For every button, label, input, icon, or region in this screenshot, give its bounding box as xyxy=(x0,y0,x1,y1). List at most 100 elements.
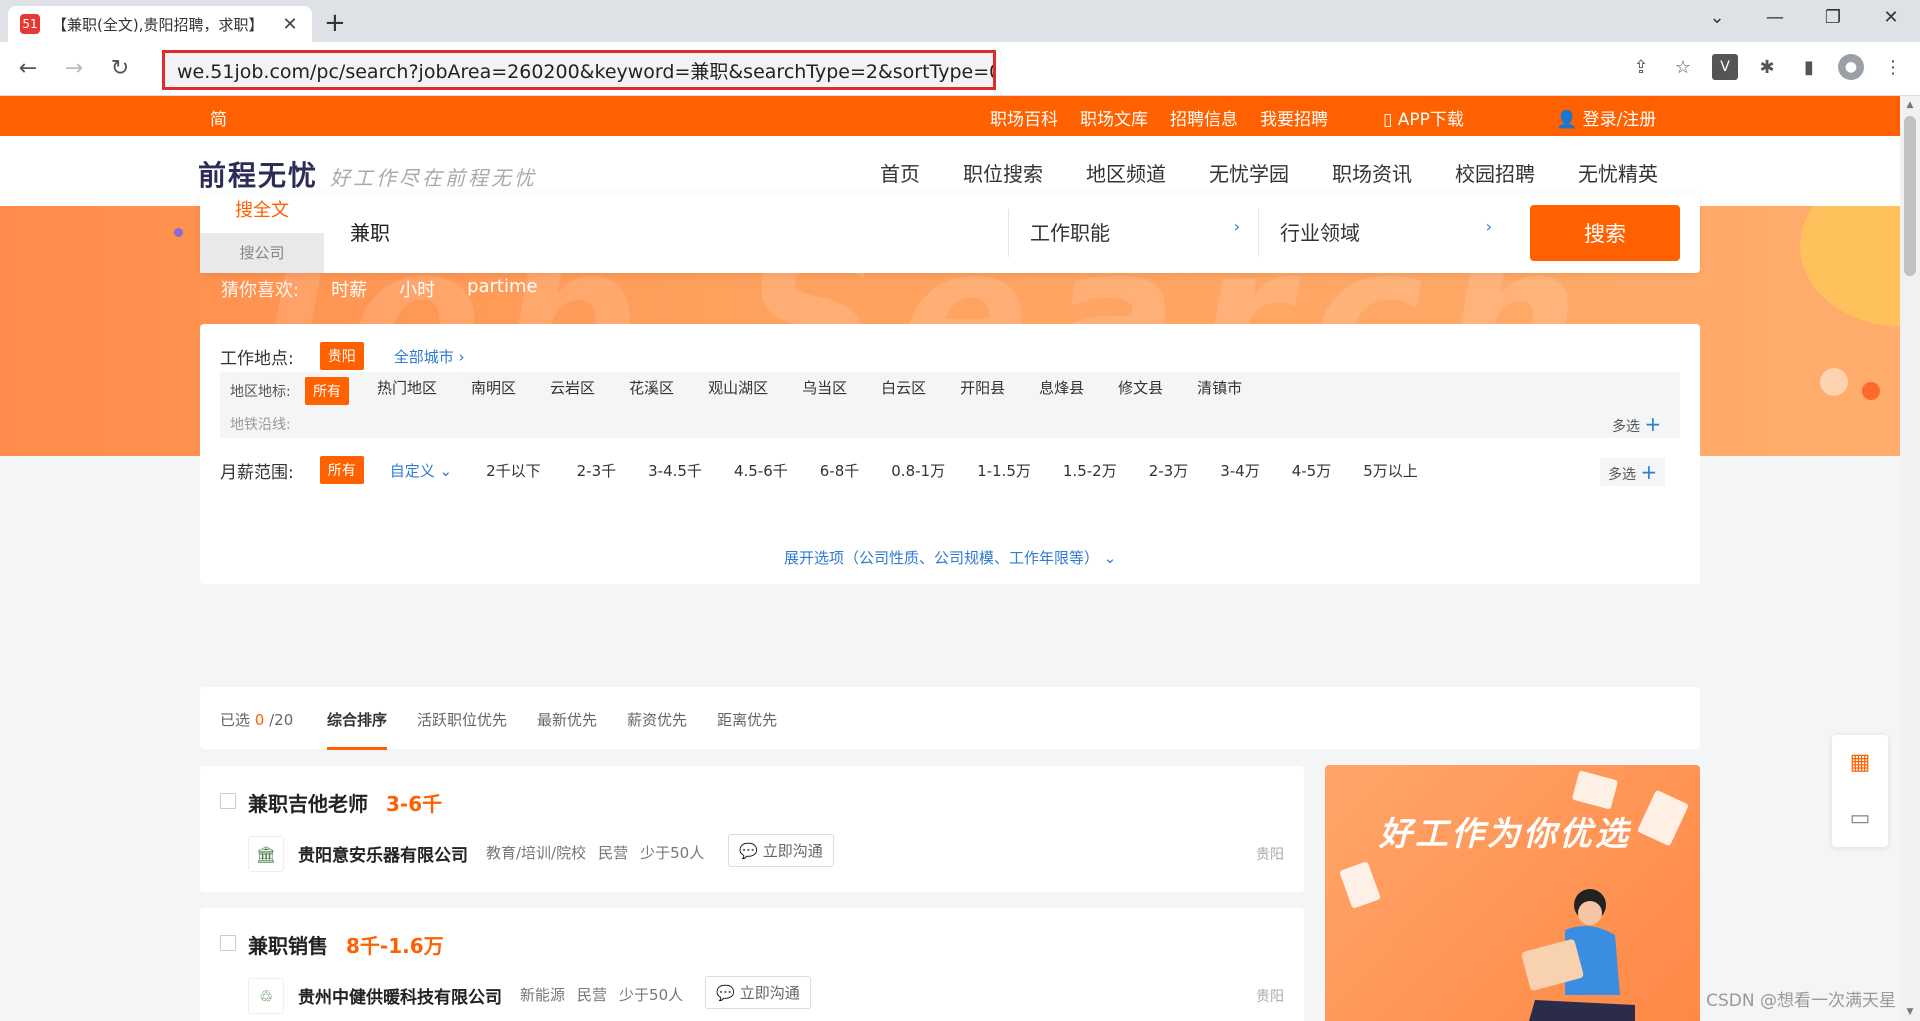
salary-item[interactable]: 1-1.5万 xyxy=(977,460,1031,481)
function-select[interactable]: 工作职能 › xyxy=(1030,217,1240,246)
back-icon[interactable]: ← xyxy=(10,56,46,81)
share-icon[interactable]: ⇪ xyxy=(1628,54,1654,80)
extensions-puzzle-icon[interactable]: ✱ xyxy=(1754,54,1780,80)
salary-item[interactable]: 6-8千 xyxy=(820,460,860,481)
district-item[interactable]: 南明区 xyxy=(471,377,516,405)
district-item[interactable]: 花溪区 xyxy=(629,377,674,405)
search-button[interactable]: 搜索 xyxy=(1530,205,1680,261)
district-item[interactable]: 清镇市 xyxy=(1197,377,1242,405)
browser-tabbar: 51 【兼职(全文),贵阳招聘，求职】 ✕ + ⌄ — ❐ ✕ xyxy=(0,0,1920,42)
tab-search-company[interactable]: 搜公司 xyxy=(200,233,324,273)
guess-item[interactable]: partime xyxy=(467,276,538,302)
district-item[interactable]: 息烽县 xyxy=(1039,377,1084,405)
bookmark-star-icon[interactable]: ☆ xyxy=(1670,54,1696,80)
top-link-post-job[interactable]: 我要招聘 xyxy=(1260,105,1328,130)
salary-multi-select[interactable]: 多选 + xyxy=(1600,458,1666,486)
salary-item[interactable]: 4-5万 xyxy=(1292,460,1332,481)
company-name[interactable]: 贵阳意安乐器有限公司 xyxy=(298,841,468,866)
district-all[interactable]: 所有 xyxy=(305,377,349,405)
sort-active[interactable]: 活跃职位优先 xyxy=(417,709,507,730)
nav-job-search[interactable]: 职位搜索 xyxy=(963,158,1043,187)
nav-campus[interactable]: 校园招聘 xyxy=(1455,158,1535,187)
chat-button[interactable]: 💬 立即沟通 xyxy=(728,834,834,867)
minimize-icon[interactable]: — xyxy=(1746,0,1804,36)
profile-avatar-icon[interactable]: ● xyxy=(1838,54,1864,80)
sort-salary[interactable]: 薪资优先 xyxy=(627,709,687,730)
job-card[interactable]: 兼职销售 8千-1.6万 ♲ 贵州中健供暖科技有限公司 新能源 民营 少于50人 … xyxy=(200,908,1304,1021)
district-item[interactable]: 白云区 xyxy=(881,377,926,405)
search-input[interactable]: 兼职 xyxy=(350,217,390,246)
nav-elite[interactable]: 无忧精英 xyxy=(1578,158,1658,187)
location-selected[interactable]: 贵阳 xyxy=(319,342,364,370)
sort-distance[interactable]: 距离优先 xyxy=(717,709,777,730)
nav-news[interactable]: 职场资讯 xyxy=(1332,158,1412,187)
browser-tab[interactable]: 51 【兼职(全文),贵阳招聘，求职】 ✕ xyxy=(8,6,312,42)
scroll-down-icon[interactable]: ▼ xyxy=(1900,1007,1920,1017)
expand-options-link[interactable]: 展开选项（公司性质、公司规模、工作年限等） ⌄ xyxy=(784,547,1116,568)
sort-comprehensive[interactable]: 综合排序 xyxy=(327,709,388,750)
salary-custom[interactable]: 自定义 ⌄ xyxy=(390,460,452,481)
scrollbar-thumb[interactable] xyxy=(1904,116,1916,276)
district-item[interactable]: 云岩区 xyxy=(550,377,595,405)
paper-graphic xyxy=(1571,770,1619,810)
close-window-icon[interactable]: ✕ xyxy=(1862,0,1920,36)
job-title[interactable]: 兼职销售 8千-1.6万 xyxy=(248,930,444,959)
salary-item[interactable]: 3-4万 xyxy=(1220,460,1260,481)
salary-item[interactable]: 2-3万 xyxy=(1149,460,1189,481)
chat-button[interactable]: 💬 立即沟通 xyxy=(705,976,811,1009)
scroll-up-icon[interactable]: ▲ xyxy=(1900,100,1920,110)
salary-all[interactable]: 所有 xyxy=(319,456,364,484)
forward-icon[interactable]: → xyxy=(56,56,92,81)
simplified-toggle[interactable]: 简 xyxy=(210,105,227,130)
district-item[interactable]: 修文县 xyxy=(1118,377,1163,405)
nav-academy[interactable]: 无忧学园 xyxy=(1209,158,1289,187)
tab-search-fulltext[interactable]: 搜全文 xyxy=(200,193,324,233)
menu-kebab-icon[interactable]: ⋮ xyxy=(1880,54,1906,80)
reload-icon[interactable]: ↻ xyxy=(102,56,138,81)
page-scrollbar[interactable]: ▲ ▼ xyxy=(1900,96,1920,1021)
login-link[interactable]: 👤 登录/注册 xyxy=(1556,105,1656,130)
salary-item[interactable]: 2千以下 xyxy=(486,460,541,481)
site-logo[interactable]: 前程无忧 好工作尽在前程无忧 xyxy=(198,154,537,194)
sort-options: 综合排序 活跃职位优先 最新优先 薪资优先 距离优先 xyxy=(327,709,777,750)
district-item[interactable]: 观山湖区 xyxy=(708,377,768,405)
logo-slogan: 好工作尽在前程无忧 xyxy=(330,166,538,190)
tab-list-icon[interactable]: ⌄ xyxy=(1688,0,1746,36)
job-checkbox[interactable] xyxy=(220,935,236,951)
district-item[interactable]: 开阳县 xyxy=(960,377,1005,405)
salary-item[interactable]: 3-4.5千 xyxy=(648,460,702,481)
district-item[interactable]: 热门地区 xyxy=(377,377,437,405)
guess-item[interactable]: 小时 xyxy=(399,276,435,302)
promo-banner[interactable]: 好工作为你优选 xyxy=(1325,765,1700,1021)
nav-home[interactable]: 首页 xyxy=(880,158,920,187)
salary-item[interactable]: 1.5-2万 xyxy=(1063,460,1117,481)
restore-icon[interactable]: ❐ xyxy=(1804,0,1862,36)
top-link-library[interactable]: 职场文库 xyxy=(1080,105,1148,130)
top-link-recruit-info[interactable]: 招聘信息 xyxy=(1170,105,1238,130)
job-title[interactable]: 兼职吉他老师 3-6千 xyxy=(248,788,442,817)
sort-newest[interactable]: 最新优先 xyxy=(537,709,597,730)
all-cities-link[interactable]: 全部城市 › xyxy=(394,346,465,367)
sidepanel-icon[interactable]: ▮ xyxy=(1796,54,1822,80)
job-salary: 8千-1.6万 xyxy=(346,934,444,958)
top-link-encyclopedia[interactable]: 职场百科 xyxy=(990,105,1058,130)
job-checkbox[interactable] xyxy=(220,793,236,809)
company-name[interactable]: 贵州中健供暖科技有限公司 xyxy=(298,983,502,1008)
url-field[interactable]: 🔒 we.51job.com/pc/search?jobArea=260200&… xyxy=(162,50,996,90)
salary-item[interactable]: 4.5-6千 xyxy=(734,460,788,481)
salary-item[interactable]: 0.8-1万 xyxy=(891,460,945,481)
extension-v-icon[interactable]: V xyxy=(1712,54,1738,80)
nav-region[interactable]: 地区频道 xyxy=(1086,158,1166,187)
job-card[interactable]: 兼职吉他老师 3-6千 🏛 贵阳意安乐器有限公司 教育/培训/院校 民营 少于50… xyxy=(200,766,1304,892)
salary-item[interactable]: 2-3千 xyxy=(577,460,617,481)
new-tab-icon[interactable]: + xyxy=(324,8,346,38)
qrcode-icon[interactable]: ▦ xyxy=(1832,735,1888,791)
feedback-icon[interactable]: ▭ xyxy=(1832,791,1888,847)
district-item[interactable]: 乌当区 xyxy=(802,377,847,405)
tab-close-icon[interactable]: ✕ xyxy=(280,14,300,35)
district-multi-select[interactable]: 多选 + xyxy=(1612,412,1661,436)
industry-select[interactable]: 行业领域 › xyxy=(1280,217,1492,246)
guess-item[interactable]: 时薪 xyxy=(331,276,367,302)
salary-item[interactable]: 5万以上 xyxy=(1363,460,1418,481)
app-download-link[interactable]: ▯ APP下载 xyxy=(1383,105,1464,130)
